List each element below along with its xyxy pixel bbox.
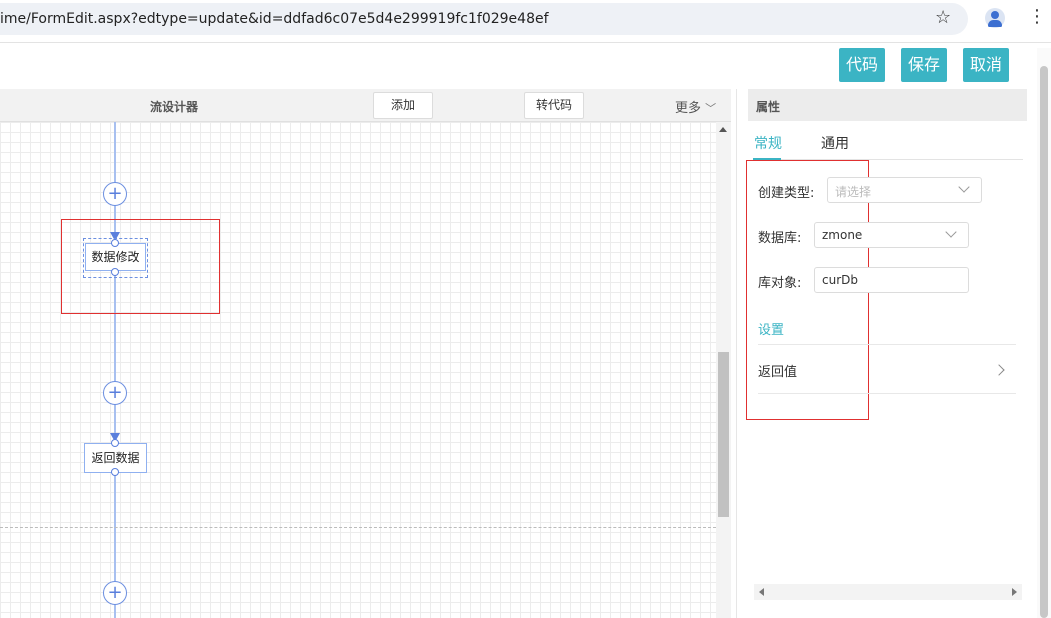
add-button[interactable]: 添加: [373, 92, 433, 119]
database-label: 数据库:: [758, 231, 802, 246]
object-label: 库对象:: [758, 276, 802, 291]
object-input[interactable]: curDb: [814, 267, 969, 293]
settings-section-title: 设置: [758, 323, 785, 338]
add-node-plus-icon[interactable]: +: [103, 581, 127, 605]
flow-node-update[interactable]: 数据修改: [85, 243, 146, 271]
flow-canvas[interactable]: + 数据修改 + 返回数据 +: [0, 122, 716, 618]
node-label: 数据修改: [91, 250, 140, 264]
return-value-item[interactable]: 返回值: [758, 361, 797, 380]
scroll-up-icon[interactable]: [719, 127, 727, 132]
tab-common[interactable]: 通用: [821, 133, 849, 153]
cancel-button[interactable]: 取消: [963, 48, 1009, 82]
page-scrollbar[interactable]: [1037, 48, 1051, 618]
browser-toolbar: ime/FormEdit.aspx?edtype=update&id=ddfad…: [0, 0, 1051, 38]
tab-general[interactable]: 常规: [754, 133, 782, 153]
page-scrollbar-thumb[interactable]: [1040, 66, 1048, 618]
create-type-label: 创建类型:: [758, 186, 815, 201]
address-bar[interactable]: ime/FormEdit.aspx?edtype=update&id=ddfad…: [0, 3, 968, 35]
panel-horizontal-scrollbar[interactable]: [754, 584, 1022, 600]
code-button[interactable]: 代码: [839, 48, 885, 82]
add-node-plus-icon[interactable]: +: [103, 182, 127, 206]
node-port-top[interactable]: [111, 439, 119, 447]
chevron-down-icon: [958, 181, 970, 193]
create-type-select[interactable]: 请选择: [827, 177, 982, 203]
object-value: curDb: [822, 273, 858, 287]
scrollbar-thumb[interactable]: [718, 352, 729, 517]
designer-header: 流设计器 添加 转代码 更多 ﹀: [0, 89, 731, 122]
database-value: zmone: [822, 228, 863, 242]
canvas-scrollbar[interactable]: [716, 122, 731, 618]
save-button[interactable]: 保存: [901, 48, 947, 82]
more-label: 更多: [675, 101, 702, 116]
create-type-placeholder: 请选择: [835, 185, 872, 199]
star-icon[interactable]: ☆: [935, 7, 951, 28]
divider: [758, 344, 1016, 345]
properties-header: 属性: [748, 89, 1027, 121]
properties-title: 属性: [756, 100, 781, 114]
node-port-bottom[interactable]: [111, 468, 119, 476]
to-code-button[interactable]: 转代码: [524, 92, 584, 119]
node-port-top[interactable]: [111, 239, 119, 247]
node-label: 返回数据: [91, 451, 140, 465]
dashed-divider: [0, 527, 716, 528]
chevron-down-icon: [945, 226, 957, 238]
more-dropdown[interactable]: 更多 ﹀: [675, 97, 716, 116]
url-text[interactable]: ime/FormEdit.aspx?edtype=update&id=ddfad…: [0, 11, 549, 27]
database-select[interactable]: zmone: [814, 222, 969, 248]
designer-title: 流设计器: [150, 100, 199, 114]
divider: [0, 42, 1051, 43]
node-port-bottom[interactable]: [111, 268, 119, 276]
divider: [758, 393, 1016, 394]
chevron-down-icon: ﹀: [705, 102, 717, 115]
profile-icon[interactable]: [985, 8, 1005, 28]
more-vert-icon[interactable]: ⋮: [1028, 8, 1046, 26]
scroll-left-icon[interactable]: [759, 588, 764, 596]
scroll-right-icon[interactable]: [1012, 588, 1017, 596]
add-node-plus-icon[interactable]: +: [103, 381, 127, 405]
